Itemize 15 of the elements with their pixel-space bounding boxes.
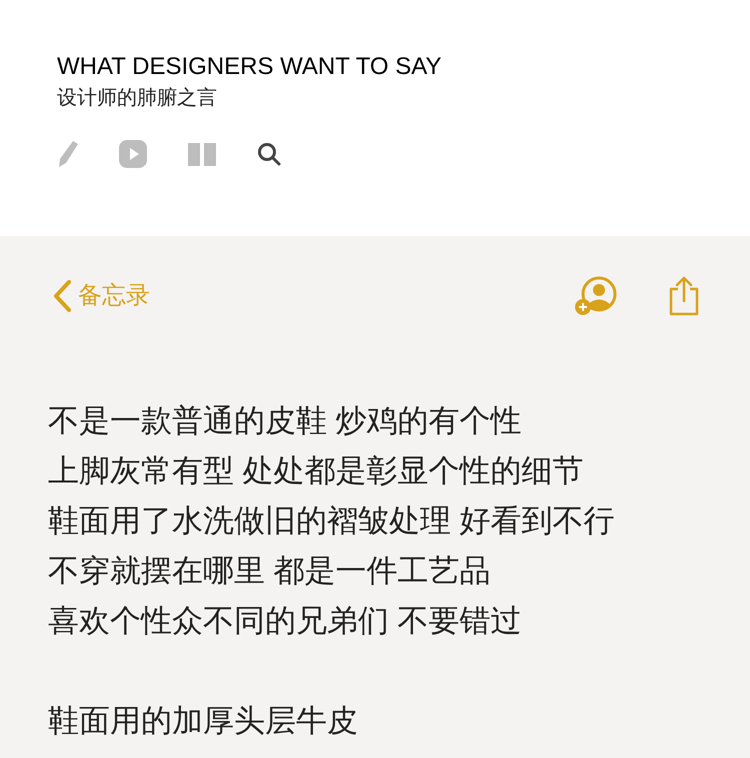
chevron-left-icon xyxy=(52,279,72,313)
note-line: 鞋面用的加厚头层牛皮 xyxy=(48,702,358,740)
play-icon[interactable] xyxy=(119,140,147,168)
search-icon[interactable] xyxy=(257,142,281,166)
back-button[interactable]: 备忘录 xyxy=(52,279,150,313)
header-subtitle: 设计师的肺腑之言 xyxy=(57,86,217,111)
pencil-icon[interactable] xyxy=(57,140,79,168)
note-line: 喜欢个性众不同的兄弟们 不要错过 xyxy=(48,602,522,640)
note-line: 不穿就摆在哪里 都是一件工艺品 xyxy=(48,552,491,590)
add-person-icon[interactable] xyxy=(574,276,618,316)
header-title: WHAT DESIGNERS WANT TO SAY xyxy=(57,52,442,82)
note-line: 鞋面用了水洗做旧的褶皱处理 好看到不行 xyxy=(48,502,615,540)
note-line: 上脚灰常有型 处处都是彰显个性的细节 xyxy=(48,452,584,490)
note-line: 不是一款普通的皮鞋 炒鸡的有个性 xyxy=(48,402,522,440)
share-icon[interactable] xyxy=(668,276,700,316)
